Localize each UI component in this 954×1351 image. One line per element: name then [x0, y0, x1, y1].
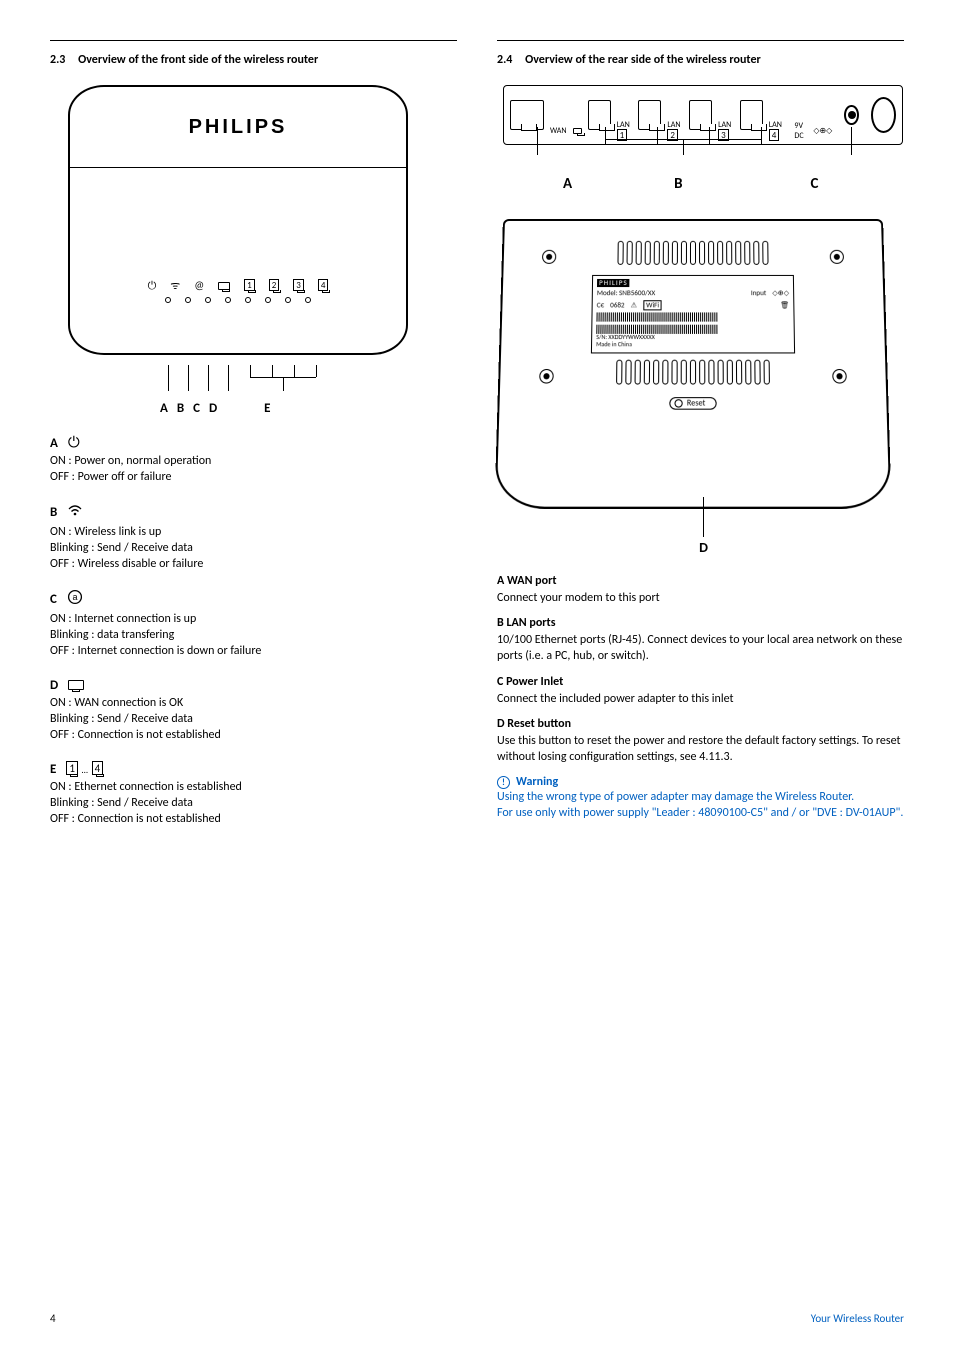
bottom-device-illustration: PHILIPS Model: SNB5600/XXInput◇⊕◇ C€0682…: [503, 219, 904, 556]
text: Blinking : Send / Receive data: [50, 541, 457, 555]
section-2-3-title: 2.3 Overview of the front side of the wi…: [50, 53, 457, 67]
warning-heading: ! Warning: [497, 775, 904, 789]
rear-C-text: Connect the included power adapter to th…: [497, 691, 904, 707]
text: ON : Internet connection is up: [50, 612, 457, 626]
rear-B-text: 10/100 Ethernet ports (RJ-45). Connect d…: [497, 632, 904, 664]
front-led-A: A ⏻ ON : Power on, normal operation OFF …: [50, 434, 457, 484]
text: ON : Ethernet connection is established: [50, 780, 457, 794]
front-led-D: D ON : WAN connection is OK Blinking : S…: [50, 676, 457, 742]
rear-C-heading: C Power Inlet: [497, 675, 904, 689]
rear-device-illustration: WAN LAN1 LAN2 LAN3 LAN4 9V DC ◇⊕◇: [503, 85, 903, 193]
screw-icon: [539, 369, 554, 384]
lan-range-icon: 1 ... 4: [66, 760, 103, 778]
section-2-4-text: Overview of the rear side of the wireles…: [525, 53, 761, 67]
screw-icon: [542, 250, 556, 264]
text: OFF : Connection is not established: [50, 812, 457, 826]
text: ON : Wireless link is up: [50, 525, 457, 539]
text: Blinking : Send / Receive data: [50, 796, 457, 810]
warning-text-1: Using the wrong type of power adapter ma…: [497, 789, 904, 805]
wan-label: WAN: [550, 126, 567, 136]
reset-hole-icon: [675, 399, 683, 407]
lan2-port-icon: [638, 100, 661, 130]
label-B: B: [50, 505, 57, 520]
text: OFF : Power off or failure: [50, 470, 457, 484]
rear-A-text: Connect your modem to this port: [497, 590, 904, 606]
lan4-port-icon: [740, 100, 763, 130]
vent-icon: [616, 359, 770, 384]
internet-icon: a: [67, 589, 83, 610]
lan1-port-icon: [588, 100, 611, 130]
front-led-B: B ON : Wireless link is up Blinking : Se…: [50, 502, 457, 571]
product-label: PHILIPS Model: SNB5600/XXInput◇⊕◇ C€0682…: [591, 275, 795, 353]
weee-icon: 🗑: [780, 301, 789, 310]
page-number: 4: [50, 1312, 56, 1325]
power-icon: ⏻: [148, 279, 157, 293]
front-led-C: C a ON : Internet connection is up Blink…: [50, 589, 457, 658]
screw-icon: [830, 250, 844, 264]
text: Blinking : Send / Receive data: [50, 712, 457, 726]
power-icon: ⏻: [68, 434, 80, 452]
reset-button-label: Reset: [669, 397, 716, 410]
brand-logo: PHILIPS: [70, 87, 406, 167]
lan2-icon: 2: [269, 279, 280, 292]
warning-icon: !: [497, 776, 510, 789]
lan1-icon: 1: [244, 279, 255, 292]
lan4-icon: 4: [318, 279, 329, 292]
antenna-icon: [871, 97, 896, 133]
front-callout-lines: [68, 365, 408, 401]
label-D: D: [503, 539, 904, 556]
rear-D-text: Use this button to reset the power and r…: [497, 733, 904, 765]
dc-polarity-icon: ◇⊕◇: [813, 126, 832, 136]
rear-D-heading: D Reset button: [497, 717, 904, 731]
wireless-icon: ᯤ: [170, 278, 180, 293]
text: OFF : Connection is not established: [50, 728, 457, 742]
text: OFF : Internet connection is down or fai…: [50, 644, 457, 658]
section-2-3-number: 2.3: [50, 53, 65, 67]
power-jack-icon: [844, 105, 859, 125]
svg-text:a: a: [72, 592, 77, 602]
dc-polarity-icon: ◇⊕◇: [772, 289, 789, 298]
footer-title: Your Wireless Router: [811, 1312, 904, 1325]
wireless-icon: [67, 502, 83, 523]
text: OFF : Wireless disable or failure: [50, 557, 457, 571]
internet-icon: @: [194, 279, 204, 292]
rear-B-heading: B LAN ports: [497, 616, 904, 630]
text: ON : Power on, normal operation: [50, 454, 457, 468]
front-led-E: E 1 ... 4 ON : Ethernet connection is es…: [50, 760, 457, 826]
front-letter-labels: A B C D E: [68, 401, 457, 416]
vent-icon: [617, 241, 768, 265]
wan-port-icon: [218, 279, 230, 292]
warning-text-2: For use only with power supply "Leader :…: [497, 805, 904, 821]
wan-port-icon: [68, 676, 84, 694]
section-2-4-title: 2.4 Overview of the rear side of the wir…: [497, 53, 904, 67]
label-A: A: [50, 436, 58, 451]
lan3-icon: 3: [293, 279, 304, 292]
lan3-port-icon: [689, 100, 712, 130]
section-2-4-number: 2.4: [497, 53, 512, 67]
dc-label: 9V DC: [794, 121, 807, 141]
label-E: E: [50, 762, 56, 777]
section-2-3-text: Overview of the front side of the wirele…: [78, 53, 318, 67]
text: Blinking : data transfering: [50, 628, 457, 642]
screw-icon: [832, 369, 847, 384]
label-C: C: [50, 592, 57, 607]
front-device-illustration: PHILIPS ⏻ ᯤ @ 1 2 3 4: [68, 85, 408, 355]
text: ON : WAN connection is OK: [50, 696, 457, 710]
wan-port-icon: [510, 100, 544, 130]
label-D: D: [50, 678, 58, 693]
rear-A-heading: A WAN port: [497, 574, 904, 588]
